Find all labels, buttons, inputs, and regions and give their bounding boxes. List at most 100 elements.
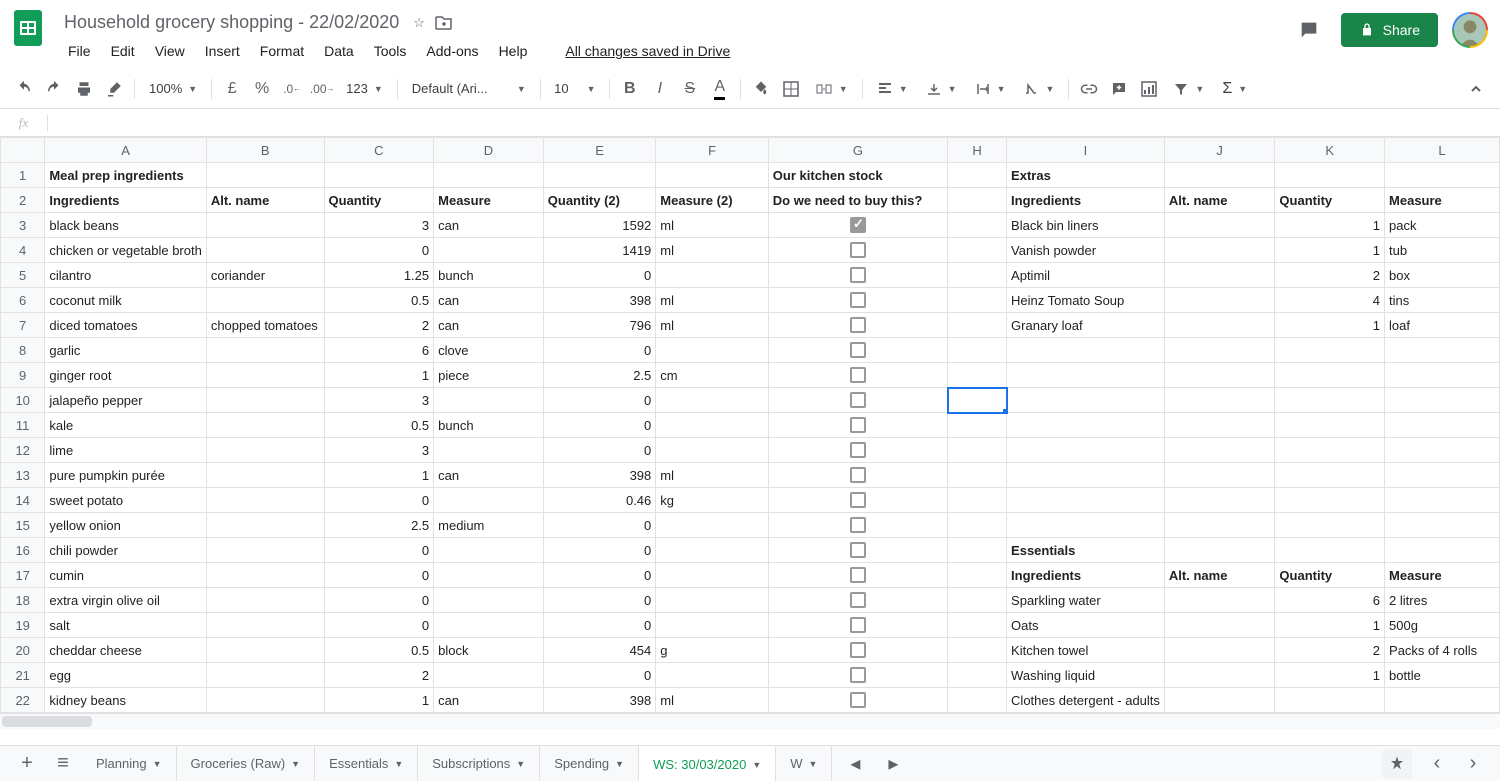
checkbox-icon[interactable]	[850, 492, 866, 508]
merge-button[interactable]: ▼	[807, 75, 856, 103]
col-head-D[interactable]: D	[434, 138, 544, 163]
cell[interactable]	[1385, 438, 1500, 463]
cell[interactable]: 1	[1275, 663, 1385, 688]
cell[interactable]	[948, 263, 1007, 288]
cell[interactable]: salt	[45, 613, 206, 638]
cell[interactable]: 1592	[543, 213, 656, 238]
cell[interactable]: kale	[45, 413, 206, 438]
cell[interactable]	[434, 563, 544, 588]
cell[interactable]	[1164, 513, 1274, 538]
row-head[interactable]: 14	[1, 488, 45, 513]
cell[interactable]: g	[656, 638, 769, 663]
col-head-F[interactable]: F	[656, 138, 769, 163]
cell[interactable]	[206, 638, 324, 663]
tab-scroll-right[interactable]: ▸	[876, 749, 910, 779]
cell[interactable]: 2	[1275, 263, 1385, 288]
cell[interactable]: 0	[324, 613, 434, 638]
cell[interactable]	[206, 588, 324, 613]
cell[interactable]	[1385, 388, 1500, 413]
cell[interactable]: 0	[543, 538, 656, 563]
cell[interactable]: ml	[656, 313, 769, 338]
cell[interactable]: Sparkling water	[1007, 588, 1165, 613]
cell[interactable]	[1275, 688, 1385, 713]
cell[interactable]: 0	[543, 613, 656, 638]
cell[interactable]: can	[434, 688, 544, 713]
cell[interactable]	[656, 263, 769, 288]
cell[interactable]	[1164, 663, 1274, 688]
cell[interactable]: 2	[324, 663, 434, 688]
cell[interactable]	[948, 588, 1007, 613]
checkbox-icon[interactable]	[850, 542, 866, 558]
row-head[interactable]: 1	[1, 163, 45, 188]
cell[interactable]	[656, 563, 769, 588]
cell[interactable]	[1164, 338, 1274, 363]
cell[interactable]: 2.5	[543, 363, 656, 388]
cell[interactable]: ml	[656, 238, 769, 263]
cell[interactable]: loaf	[1385, 313, 1500, 338]
cell[interactable]	[948, 338, 1007, 363]
fill-color-button[interactable]	[747, 75, 775, 103]
cell[interactable]: 0	[543, 563, 656, 588]
cell[interactable]: 1	[1275, 213, 1385, 238]
cell[interactable]	[1164, 363, 1274, 388]
cell[interactable]: 0	[324, 488, 434, 513]
cell[interactable]	[948, 413, 1007, 438]
cell[interactable]	[434, 613, 544, 638]
cell[interactable]	[206, 338, 324, 363]
tabs-scroll-left-end[interactable]: ‹	[1420, 749, 1454, 779]
menu-format[interactable]: Format	[252, 39, 312, 63]
cell[interactable]: chili powder	[45, 538, 206, 563]
cell[interactable]	[948, 463, 1007, 488]
cell[interactable]: 0	[324, 563, 434, 588]
cell[interactable]: 1	[1275, 238, 1385, 263]
cell[interactable]: coconut milk	[45, 288, 206, 313]
cell[interactable]: 0	[543, 438, 656, 463]
checkbox-icon[interactable]	[850, 692, 866, 708]
cell[interactable]: 4	[1275, 288, 1385, 313]
checkbox-icon[interactable]	[850, 642, 866, 658]
cell[interactable]	[1275, 538, 1385, 563]
row-head[interactable]: 12	[1, 438, 45, 463]
row-head[interactable]: 18	[1, 588, 45, 613]
star-icon[interactable]: ☆	[413, 15, 425, 31]
chevron-down-icon[interactable]: ▼	[615, 759, 624, 769]
col-head-B[interactable]: B	[206, 138, 324, 163]
cell[interactable]	[948, 488, 1007, 513]
collapse-toolbar-button[interactable]	[1462, 75, 1490, 103]
cell[interactable]	[206, 613, 324, 638]
menu-tools[interactable]: Tools	[366, 39, 415, 63]
cell[interactable]: Meal prep ingredients	[45, 163, 206, 188]
cell[interactable]: medium	[434, 513, 544, 538]
cell[interactable]: yellow onion	[45, 513, 206, 538]
cell[interactable]	[1385, 463, 1500, 488]
checkbox-icon[interactable]	[850, 242, 866, 258]
cell[interactable]: 1	[1275, 613, 1385, 638]
cell[interactable]	[656, 613, 769, 638]
cell[interactable]: box	[1385, 263, 1500, 288]
cell[interactable]: garlic	[45, 338, 206, 363]
cell[interactable]: 1	[324, 463, 434, 488]
cell[interactable]: 0	[543, 413, 656, 438]
valign-button[interactable]: ▼	[918, 75, 965, 103]
cell[interactable]: 2.5	[324, 513, 434, 538]
cell[interactable]	[1275, 488, 1385, 513]
cell[interactable]	[434, 438, 544, 463]
checkbox-cell[interactable]	[768, 613, 947, 638]
cell[interactable]	[1007, 388, 1165, 413]
cell[interactable]: 3	[324, 438, 434, 463]
cell[interactable]: Extras	[1007, 163, 1165, 188]
cell[interactable]	[1275, 413, 1385, 438]
functions-button[interactable]: Σ▼	[1214, 75, 1255, 103]
checkbox-cell[interactable]	[768, 338, 947, 363]
strikethrough-button[interactable]: S	[676, 75, 704, 103]
checkbox-cell[interactable]	[768, 638, 947, 663]
currency-button[interactable]: £	[218, 75, 246, 103]
redo-button[interactable]	[40, 75, 68, 103]
row-head[interactable]: 8	[1, 338, 45, 363]
cell[interactable]: 1	[324, 688, 434, 713]
cell[interactable]	[1007, 463, 1165, 488]
cell[interactable]: 1.25	[324, 263, 434, 288]
tab-scroll-left[interactable]: ◂	[838, 749, 872, 779]
cell[interactable]: 0.5	[324, 288, 434, 313]
cell[interactable]	[948, 288, 1007, 313]
